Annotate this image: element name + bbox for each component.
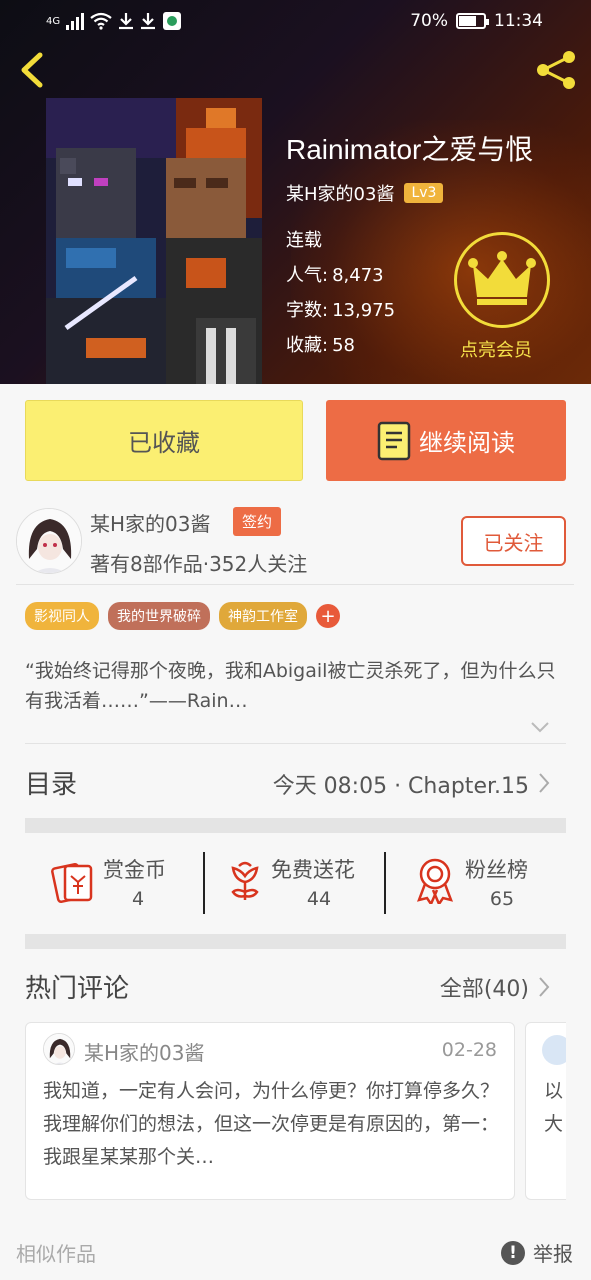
clock: 11:34 [494,11,543,31]
word-count-stat: 字数: 13,975 [286,296,395,322]
author-stats: 著有8部作品·352人关注 [90,552,308,576]
favorited-label: 已收藏 [128,429,200,457]
flower-icon [231,861,259,900]
medal-icon [416,858,454,904]
status-bar-right: 70% 11:34 [410,11,543,31]
favorited-button[interactable]: 已收藏 [25,400,303,481]
comment-text: 我知道，一定有人会问，为什么停更？你打算停多久？我理解你们的想法，但这一次停更是… [43,1080,500,1168]
tag-chip[interactable]: 神韵工作室 [219,602,307,630]
favorites-stat: 收藏: 58 [286,331,355,357]
tag-chip[interactable]: 影视同人 [25,602,99,630]
favorites-label: 收藏: [286,335,329,356]
download-icon [119,13,134,30]
vip-crown-button[interactable] [454,232,550,328]
hot-comments-title: 热门评论 [25,974,130,1004]
comment-card[interactable]: 某H家的03酱 02-28 我知道，一定有人会问，为什么停更？你打算停多久？我理… [25,1022,515,1200]
synopsis-text[interactable]: “我始终记得那个夜晚，我和Abigail被亡灵杀死了，但为什么只有我活着……”—… [25,656,570,716]
stat-separator [384,852,386,914]
commenter-avatar[interactable] [43,1033,75,1065]
followed-button[interactable]: 已关注 [461,516,566,566]
popularity-value: 8,473 [332,265,384,286]
comment-text-line: 以 [544,1080,564,1102]
all-comments-link[interactable]: 全部(40) [440,971,529,1003]
latest-chapter[interactable]: 今天 08:05 · Chapter.15 [273,768,529,800]
chevron-right-icon[interactable] [538,976,550,998]
alert-icon: ! [501,1240,525,1265]
commenter-name[interactable]: 某H家的03酱 [84,1037,205,1066]
book-header: 4G 70% 11:34 Rainimator之爱与恨 某H家的03酱 Lv3 … [0,0,591,384]
report-label: 举报 [533,1242,573,1266]
battery-icon [456,13,489,29]
author-row[interactable]: 某H家的03酱 Lv3 [286,180,444,206]
status-bar: 4G 70% 11:34 [0,0,591,44]
add-tag-button[interactable]: + [316,604,340,628]
stat-value: 65 [489,888,515,910]
book-icon [377,421,411,460]
status-bar-left: 4G [46,11,182,31]
stat-separator [203,852,205,914]
scroll-edge [566,1022,591,1202]
popularity-stat: 人气: 8,473 [286,261,384,287]
crown-icon [468,251,536,305]
word-count-label: 字数: [286,300,329,321]
reward-coins[interactable]: 赏金币 4 [51,846,211,916]
chevron-right-icon[interactable] [538,772,550,794]
share-icon[interactable] [533,48,581,92]
network-type: 4G [46,15,61,27]
download-icon [141,13,156,30]
stat-value: 44 [306,888,332,910]
signed-badge: 签约 [233,507,282,536]
stat-label: 粉丝榜 [465,858,528,882]
divider [16,584,574,585]
tag-chip[interactable]: 我的世界破碎 [108,602,210,630]
back-arrow-icon[interactable] [14,50,54,90]
fan-ranking[interactable]: 粉丝榜 65 [415,846,545,916]
popularity-label: 人气: [286,265,329,286]
battery-percent: 70% [410,11,448,31]
favorites-value: 58 [332,335,355,356]
comment-date: 02-28 [441,1039,497,1061]
stat-value: 4 [131,888,145,910]
author-name[interactable]: 某H家的03酱 [286,180,394,206]
free-flowers[interactable]: 免费送花 44 [225,846,375,916]
tag-list: 影视同人 我的世界破碎 神韵工作室 + [25,602,340,630]
similar-works-title: 相似作品 [16,1242,96,1266]
continue-reading-label: 继续阅读 [419,429,515,457]
wifi-icon [90,12,112,30]
comment-text: 以 大 [544,1075,563,1141]
author-avatar[interactable] [16,508,82,574]
signal-icon [66,12,85,30]
comment-text-line: 大 [544,1113,564,1135]
author-level-badge: Lv3 [404,183,444,203]
app-notification-icon [163,12,182,30]
word-count-value: 13,975 [332,300,396,321]
serial-status: 连载 [286,230,322,251]
divider [25,743,566,744]
support-stats: 赏金币 4 免费送花 44 粉丝榜 65 [25,846,566,924]
section-band [25,934,566,949]
vip-label[interactable]: 点亮会员 [460,336,532,362]
avatar-image [17,509,81,573]
continue-reading-button[interactable]: 继续阅读 [326,400,566,481]
battery-fill [459,16,476,26]
chevron-down-icon[interactable] [530,720,550,734]
book-cover-image[interactable] [46,98,262,384]
red-envelope-icon [51,862,93,904]
catalog-title[interactable]: 目录 [25,764,77,801]
followed-label: 已关注 [483,530,544,555]
section-band [25,818,566,833]
stat-label: 免费送花 [271,858,355,882]
avatar-image [44,1034,74,1064]
report-button[interactable]: ! 举报 [501,1238,573,1267]
stat-label: 赏金币 [103,858,166,882]
cover-artwork [46,98,262,384]
author-card-name[interactable]: 某H家的03酱 [90,508,211,537]
book-title: Rainimator之爱与恨 [286,134,534,165]
